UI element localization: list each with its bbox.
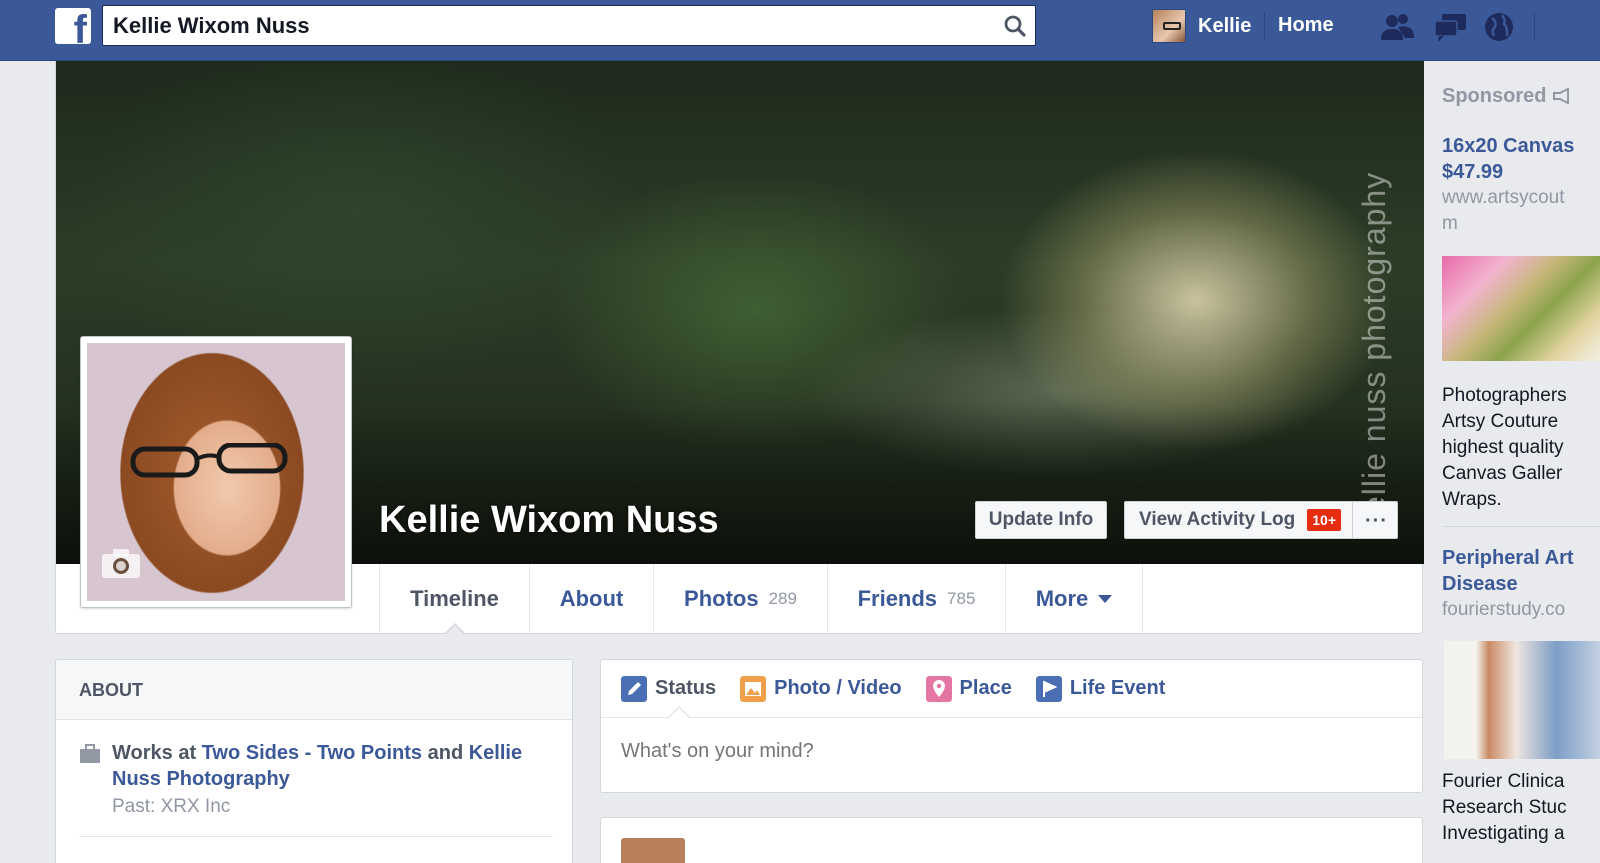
profile-tabs: Timeline About Photos 289 Friends 785 More xyxy=(379,564,1143,635)
composer-tab-label: Life Event xyxy=(1069,677,1166,699)
tab-label: Timeline xyxy=(410,586,499,611)
avatar[interactable] xyxy=(621,838,685,863)
flag-icon xyxy=(1035,675,1062,702)
tab-timeline[interactable]: Timeline xyxy=(380,564,530,635)
pencil-icon xyxy=(621,675,647,702)
works-at-text: Works at Two Sides - Two Points and Kell… xyxy=(112,740,559,792)
and-text: and xyxy=(422,742,469,764)
about-card: ABOUT Works at Two Sides - Two Points an… xyxy=(55,659,573,863)
tab-friends[interactable]: Friends 785 xyxy=(828,564,1006,634)
chevron-down-icon xyxy=(1098,595,1113,603)
tab-about[interactable]: About xyxy=(530,564,654,634)
nav-divider xyxy=(1534,12,1535,40)
ad-text: Research Stuc xyxy=(1442,797,1567,818)
avatar xyxy=(1152,9,1186,43)
ad-title[interactable]: $47.99 xyxy=(1442,159,1503,185)
ad-text: Photographers xyxy=(1442,385,1567,406)
friend-requests-icon[interactable] xyxy=(1378,10,1416,44)
ad-url[interactable]: www.artsycout xyxy=(1442,185,1582,211)
update-info-button[interactable]: Update Info xyxy=(975,501,1107,539)
notch xyxy=(669,708,689,718)
logo-letter: f xyxy=(73,8,87,44)
search-input[interactable] xyxy=(113,12,993,40)
search-box[interactable] xyxy=(102,5,1036,46)
ad-title[interactable]: 16x20 Canvas xyxy=(1442,133,1574,159)
composer-tab-label: Photo / Video xyxy=(774,677,902,699)
profile-link[interactable]: Kellie xyxy=(1152,8,1251,44)
megaphone-icon xyxy=(1553,87,1570,105)
sponsored-column: Sponsored 16x20 Canvas $47.99 www.artsyc… xyxy=(1424,61,1600,863)
composer-tab-place[interactable]: Place xyxy=(925,675,1012,702)
ad-image[interactable] xyxy=(1442,256,1600,361)
tab-label: Photos xyxy=(684,586,759,611)
camera-icon[interactable] xyxy=(101,547,141,579)
view-activity-log-button[interactable]: View Activity Log 10+ ··· xyxy=(1124,501,1398,539)
activity-count-badge: 10+ xyxy=(1307,509,1342,531)
profile-header: kellie nuss photography Kellie Wixom Nus… xyxy=(55,61,1424,635)
ad-text: Fourier Clinica xyxy=(1442,771,1565,792)
profile-photo xyxy=(87,343,345,601)
sponsored-heading: Sponsored xyxy=(1442,85,1572,108)
past-employer: Past: XRX Inc xyxy=(112,796,231,817)
ad-url[interactable]: fourierstudy.co xyxy=(1442,597,1582,623)
composer-tabs: Status Photo / Video Place Life Event xyxy=(601,660,1422,718)
briefcase-icon xyxy=(80,744,100,763)
tab-label: More xyxy=(1035,586,1089,611)
ad-title[interactable]: Peripheral Art xyxy=(1442,545,1574,571)
profile-name[interactable]: Kellie Wixom Nuss xyxy=(379,499,719,542)
ad-text: Artsy Couture xyxy=(1442,411,1559,432)
post-card xyxy=(600,817,1423,863)
composer-tab-status[interactable]: Status xyxy=(621,675,717,702)
photos-count: 289 xyxy=(768,589,797,608)
cover-watermark: kellie nuss photography xyxy=(1356,171,1392,531)
composer-tab-life-event[interactable]: Life Event xyxy=(1035,675,1166,702)
top-bar: f Kellie Home xyxy=(0,0,1600,61)
ad-title[interactable]: Disease xyxy=(1442,571,1518,597)
photo-icon xyxy=(740,675,767,702)
friends-count: 785 xyxy=(947,589,976,608)
activity-log-label: View Activity Log xyxy=(1139,509,1296,530)
composer-tab-label: Place xyxy=(959,677,1012,699)
glasses-detail xyxy=(130,443,288,478)
profile-link-label: Kellie xyxy=(1198,14,1252,37)
tab-more[interactable]: More xyxy=(1006,564,1143,634)
ad-text: highest quality xyxy=(1442,437,1564,458)
home-link[interactable]: Home xyxy=(1278,14,1334,37)
search-icon[interactable] xyxy=(1003,14,1027,38)
profile-picture[interactable] xyxy=(80,336,352,608)
composer-tab-label: Status xyxy=(655,677,717,699)
about-heading[interactable]: ABOUT xyxy=(56,660,572,720)
notifications-globe-icon[interactable] xyxy=(1482,10,1520,44)
messages-icon[interactable] xyxy=(1432,10,1470,44)
status-input[interactable] xyxy=(621,740,1401,763)
sponsored-label: Sponsored xyxy=(1442,85,1547,107)
facebook-logo-icon[interactable]: f xyxy=(55,8,91,44)
divider xyxy=(1442,526,1600,527)
ad-url[interactable]: m xyxy=(1442,211,1582,237)
ad-image[interactable] xyxy=(1444,641,1600,759)
post-composer: Status Photo / Video Place Life Event xyxy=(600,659,1423,793)
divider xyxy=(79,836,553,837)
composer-tab-photo[interactable]: Photo / Video xyxy=(740,675,902,702)
tab-label: Friends xyxy=(857,586,938,611)
more-options-icon[interactable]: ··· xyxy=(1365,510,1388,533)
ad-text: Investigating a xyxy=(1442,823,1565,844)
location-pin-icon xyxy=(925,675,952,702)
nav-divider xyxy=(1264,12,1265,40)
work-info: Works at Two Sides - Two Points and Kell… xyxy=(79,740,559,818)
button-divider xyxy=(1352,502,1353,538)
tab-photos[interactable]: Photos 289 xyxy=(654,564,828,634)
ad-text: Canvas Galler xyxy=(1442,463,1563,484)
ad-text: Wraps. xyxy=(1442,489,1502,510)
employer-link[interactable]: Two Sides - Two Points xyxy=(202,742,422,764)
works-prefix: Works at xyxy=(112,742,202,764)
tab-label: About xyxy=(559,586,624,611)
